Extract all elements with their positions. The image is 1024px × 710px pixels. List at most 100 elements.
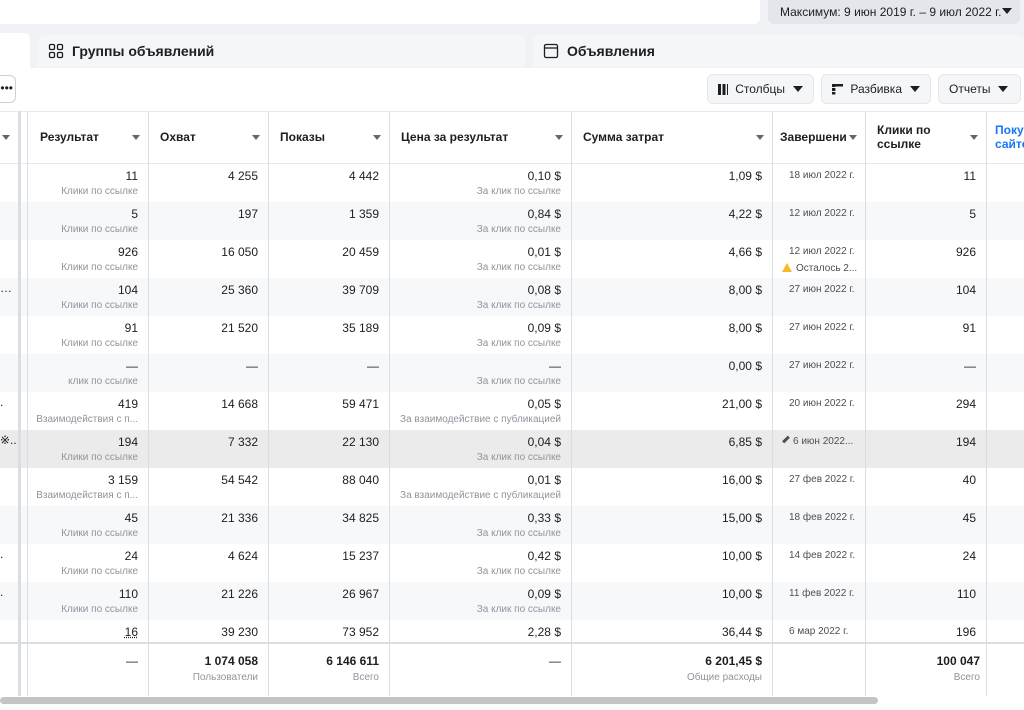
table-row[interactable]: ※.. 194 Клики по ссылке 7 332 22 130 0,04 $ За… <box>0 430 1024 468</box>
cell-cost-per-result-subtext: За клик по ссылке <box>476 224 561 235</box>
header-reach[interactable]: Охват <box>148 111 268 163</box>
cell-ends-value: 27 фев 2022 г. <box>789 474 856 485</box>
cell-reach: 197 <box>148 202 268 240</box>
header-amount-spent[interactable]: Сумма затрат <box>571 111 772 163</box>
cell-link-clicks-value: 24 <box>962 549 976 563</box>
cell-result: 110 Клики по ссылке <box>28 582 148 620</box>
cell-cost-per-result-subtext: За клик по ссылке <box>476 186 561 197</box>
cell-link-clicks-value: 196 <box>955 625 976 639</box>
cell-ends: 12 июл 2022 г. <box>772 202 865 240</box>
cell-cost-per-result-value: — <box>549 359 561 373</box>
table-row[interactable]: . 110 Клики по ссылке 21 226 26 967 0,09 $ За … <box>0 582 1024 620</box>
cell-link-clicks: 24 <box>865 544 986 582</box>
header-result-label: Результат <box>40 130 99 144</box>
tab-ads[interactable]: Объявления <box>533 35 1024 67</box>
sort-icon <box>2 135 10 140</box>
cell-amount-spent-value: 15,00 $ <box>721 511 762 525</box>
table-row[interactable]: 3 159 Взаимодействия с п... 54 542 88 040 0,… <box>0 468 1024 506</box>
cell-ends: 18 фев 2022 г. <box>772 506 865 544</box>
tab-campaigns[interactable] <box>0 33 30 69</box>
reports-button[interactable]: Отчеты <box>938 74 1021 104</box>
header-purchases-on-site[interactable]: Поку сайте <box>986 111 1024 163</box>
cell-impressions-value: — <box>367 359 379 373</box>
row-name-overflow: . <box>0 547 4 561</box>
cell-result: 5 Клики по ссылке <box>28 202 148 240</box>
total-impressions: 6 146 611 Всего <box>268 644 389 698</box>
cell-link-clicks: 926 <box>865 240 986 278</box>
frozen-column-divider <box>18 111 21 696</box>
header-impressions[interactable]: Показы <box>268 111 389 163</box>
cell-link-clicks: — <box>865 354 986 392</box>
cell-result-subtext: Клики по ссылке <box>61 566 138 577</box>
header-prev-column[interactable] <box>0 111 18 163</box>
header-ends[interactable]: Завершени <box>772 111 865 163</box>
cell-reach: 21 520 <box>148 316 268 354</box>
total-impressions-label: Всего <box>352 672 379 683</box>
cell-cost-per-result-value: 0,84 $ <box>527 207 561 221</box>
cell-impressions-value: 88 040 <box>342 473 379 487</box>
cell-reach-value: 14 668 <box>221 397 258 411</box>
header-result[interactable]: Результат <box>28 111 148 163</box>
breakdown-button[interactable]: Разбивка <box>821 74 931 104</box>
cell-impressions: 15 237 <box>268 544 389 582</box>
cell-cost-per-result-subtext: За клик по ссылке <box>476 566 561 577</box>
cell-result-subtext: Клики по ссылке <box>61 224 138 235</box>
cell-impressions-value: 22 130 <box>342 435 379 449</box>
tab-ad-groups[interactable]: Группы объявлений <box>38 35 525 67</box>
cell-impressions: 88 040 <box>268 468 389 506</box>
table-row[interactable]: 11 Клики по ссылке 4 255 4 442 0,10 $ За клик… <box>0 164 1024 202</box>
cell-result-subtext: Клики по ссылке <box>61 528 138 539</box>
cell-reach: — <box>148 354 268 392</box>
cell-amount-spent: 4,22 $ <box>571 202 772 240</box>
header-link-clicks[interactable]: Клики по ссылке <box>865 111 986 163</box>
table-row[interactable]: 926 Клики по ссылке 16 050 20 459 0,01 $ За к… <box>0 240 1024 278</box>
table-row[interactable]: 91 Клики по ссылке 21 520 35 189 0,09 $ За кл… <box>0 316 1024 354</box>
cell-ends-value: 12 июл 2022 г. <box>789 208 855 219</box>
horizontal-scrollbar[interactable] <box>0 697 878 704</box>
cell-result: 419 Взаимодействия с п... <box>28 392 148 430</box>
cell-result-subtext: Клики по ссылке <box>61 300 138 311</box>
cell-amount-spent-value: 36,44 $ <box>721 625 762 639</box>
cell-ends: 6 июн 2022... <box>772 430 865 468</box>
row-name-overflow <box>0 202 8 240</box>
columns-button[interactable]: Столбцы <box>707 74 814 104</box>
cell-impressions: 35 189 <box>268 316 389 354</box>
cell-impressions-value: 34 825 <box>342 511 379 525</box>
more-button[interactable]: ••• <box>0 75 16 103</box>
cell-ends: 27 июн 2022 г. <box>772 354 865 392</box>
cell-reach: 25 360 <box>148 278 268 316</box>
cell-amount-spent-value: 6,85 $ <box>728 435 762 449</box>
cell-link-clicks-value: 104 <box>955 283 976 297</box>
header-cost-per-result-label: Цена за результат <box>401 130 509 144</box>
table-row[interactable]: . 419 Взаимодействия с п... 14 668 59 471 0,0… <box>0 392 1024 430</box>
end-note-text: Осталось 2... <box>796 263 858 274</box>
cell-reach: 7 332 <box>148 430 268 468</box>
cell-ends: 11 фев 2022 г. <box>772 582 865 620</box>
cell-amount-spent: 0,00 $ <box>571 354 772 392</box>
cell-reach-value: 39 230 <box>221 625 258 639</box>
header-cost-per-result[interactable]: Цена за результат <box>389 111 571 163</box>
table-row[interactable]: — клик по ссылке — — — За клик по ссылке 0,00 … <box>0 354 1024 392</box>
column-divider <box>986 111 987 696</box>
cell-link-clicks: 5 <box>865 202 986 240</box>
table-row[interactable]: 45 Клики по ссылке 21 336 34 825 0,33 $ За кл… <box>0 506 1024 544</box>
table-row[interactable]: … 104 Клики по ссылке 25 360 39 709 0,08 $ За … <box>0 278 1024 316</box>
cell-reach-value: 7 332 <box>227 435 258 449</box>
total-amount-spent: 6 201,45 $ Общие расходы <box>571 644 772 698</box>
total-reach-value: 1 074 058 <box>204 654 258 668</box>
cell-amount-spent: 16,00 $ <box>571 468 772 506</box>
cell-result-subtext: Взаимодействия с п... <box>36 490 138 501</box>
date-range-label: Максимум: 9 июн 2019 г. – 9 июл 2022 г. <box>780 5 1002 19</box>
cell-ends: 14 фев 2022 г. <box>772 544 865 582</box>
cell-impressions: 39 709 <box>268 278 389 316</box>
cell-impressions: 59 471 <box>268 392 389 430</box>
table-row[interactable]: 5 Клики по ссылке 197 1 359 0,84 $ За клик по… <box>0 202 1024 240</box>
cell-amount-spent: 1,09 $ <box>571 164 772 202</box>
cell-link-clicks-value: 926 <box>955 245 976 259</box>
table-row[interactable]: . 24 Клики по ссылке 4 624 15 237 0,42 $ За кл… <box>0 544 1024 582</box>
cell-amount-spent-value: 4,22 $ <box>728 207 762 221</box>
cell-result-value: 104 <box>117 283 138 297</box>
cell-amount-spent-value: 4,66 $ <box>728 245 762 259</box>
date-range-picker[interactable]: Максимум: 9 июн 2019 г. – 9 июл 2022 г. <box>768 0 1020 24</box>
cell-amount-spent: 21,00 $ <box>571 392 772 430</box>
